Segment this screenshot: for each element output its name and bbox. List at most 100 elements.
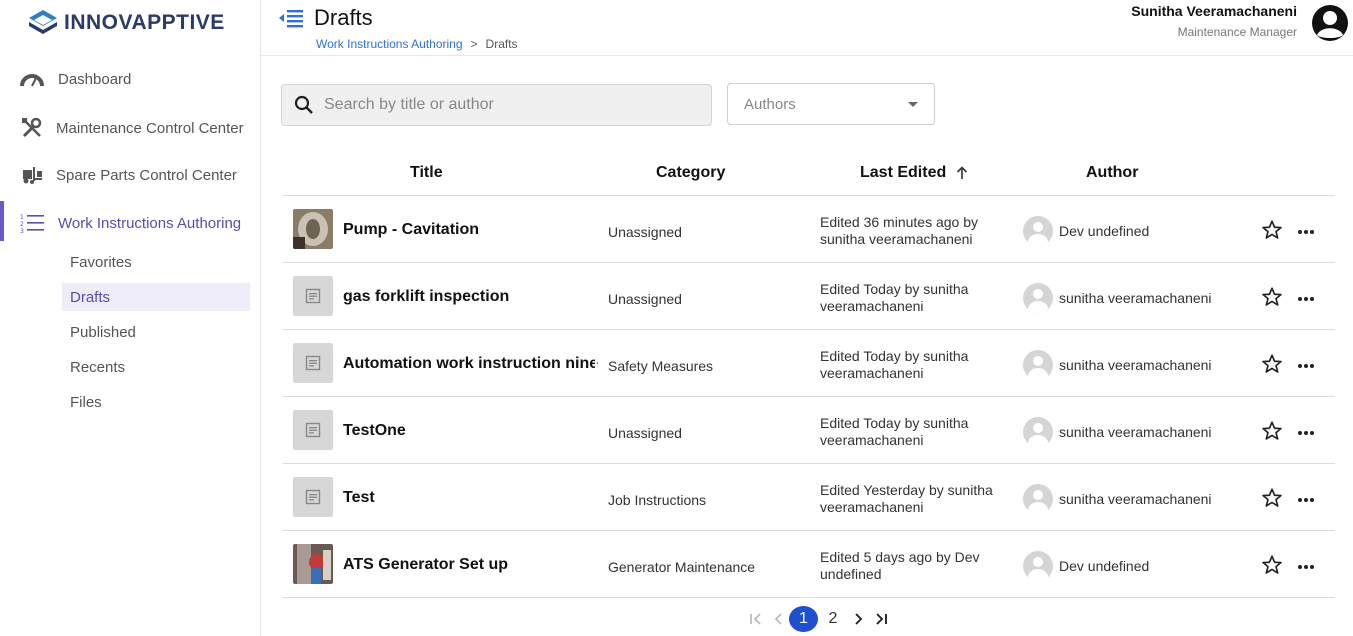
sidebar-item-work-instructions-authoring[interactable]: 123 Work Instructions Authoring	[0, 201, 260, 245]
page-number[interactable]: 2	[818, 606, 848, 632]
first-page-icon[interactable]	[745, 606, 767, 632]
row-last-edited: Edited Today by sunitha veeramachaneni	[820, 281, 969, 314]
table-row[interactable]: Test Job Instructions Edited Yesterday b…	[283, 464, 1335, 531]
row-title[interactable]: ATS Generator Set up	[343, 556, 508, 574]
table-row[interactable]: TestOne Unassigned Edited Today by sunit…	[283, 397, 1335, 464]
row-title[interactable]: Test	[343, 489, 375, 507]
row-title[interactable]: TestOne	[343, 422, 406, 440]
page-title: Drafts	[314, 5, 373, 30]
forklift-icon	[19, 162, 45, 188]
author-avatar-icon	[1023, 350, 1053, 380]
speedometer-icon	[19, 66, 45, 92]
author-avatar-icon	[1023, 551, 1053, 581]
star-icon[interactable]	[1261, 487, 1283, 509]
more-options-icon[interactable]	[1295, 288, 1317, 310]
sidebar-item-label: Work Instructions Authoring	[58, 214, 242, 232]
tools-icon	[19, 115, 45, 141]
more-options-icon[interactable]	[1295, 422, 1317, 444]
row-author: sunitha veeramachaneni	[1023, 417, 1212, 447]
svg-text:2: 2	[20, 221, 24, 228]
star-icon[interactable]	[1261, 219, 1283, 241]
table-row[interactable]: ATS Generator Set up Generator Maintenan…	[283, 531, 1335, 598]
table-header: Title Category Last Edited Author	[283, 150, 1335, 196]
next-page-icon[interactable]	[848, 606, 870, 632]
column-header-title[interactable]: Title	[410, 164, 443, 182]
search-icon	[294, 95, 313, 114]
document-icon	[293, 276, 333, 316]
sidebar-subitem-recents[interactable]: Recents	[62, 353, 250, 381]
row-last-edited: Edited Today by sunitha veeramachaneni	[820, 415, 969, 448]
document-icon	[293, 410, 333, 450]
sidebar-item-spare-parts-control-center[interactable]: Spare Parts Control Center	[0, 153, 260, 197]
row-title[interactable]: Automation work instruction nine	[343, 355, 598, 373]
row-last-edited: Edited 36 minutes ago by sunitha veerama…	[820, 214, 978, 247]
numbered-list-icon: 123	[19, 210, 45, 236]
pagination: 1 2	[745, 606, 892, 632]
sidebar-subitem-favorites[interactable]: Favorites	[62, 248, 250, 276]
row-author: Dev undefined	[1023, 216, 1149, 246]
user-name: Sunitha Veeramachaneni	[1131, 3, 1297, 19]
column-header-last-edited[interactable]: Last Edited	[860, 164, 968, 182]
collapse-menu-icon[interactable]	[279, 7, 303, 29]
row-last-edited: Edited Yesterday by sunitha veeramachane…	[820, 482, 993, 515]
star-icon[interactable]	[1261, 554, 1283, 576]
innovapptive-logo-icon	[29, 10, 57, 34]
row-author-name: Dev undefined	[1059, 558, 1150, 574]
search-input[interactable]	[324, 96, 684, 114]
row-author: sunitha veeramachaneni	[1023, 283, 1212, 313]
column-header-author[interactable]: Author	[1086, 164, 1138, 182]
brand-name: INNOVAPPTIVE	[64, 11, 225, 34]
column-header-category[interactable]: Category	[656, 164, 725, 182]
column-header-label: Last Edited	[860, 164, 947, 181]
authors-dropdown[interactable]: Authors	[727, 83, 935, 125]
user-role: Maintenance Manager	[1177, 25, 1297, 39]
sidebar-item-label: Dashboard	[58, 70, 132, 88]
page-number-current[interactable]: 1	[789, 606, 818, 632]
author-avatar-icon	[1023, 484, 1053, 514]
sidebar-item-maintenance-control-center[interactable]: Maintenance Control Center	[0, 106, 260, 150]
row-author-name: sunitha veeramachaneni	[1059, 357, 1212, 373]
author-avatar-icon	[1023, 283, 1053, 313]
more-options-icon[interactable]	[1295, 489, 1317, 511]
breadcrumb-parent-link[interactable]: Work Instructions Authoring	[316, 37, 463, 51]
sidebar-subitem-published[interactable]: Published	[62, 318, 250, 346]
search-box[interactable]	[281, 84, 712, 126]
sidebar-subitem-drafts[interactable]: Drafts	[62, 283, 250, 311]
brand-logo[interactable]: INNOVAPPTIVE	[28, 9, 225, 37]
more-options-icon[interactable]	[1295, 355, 1317, 377]
table-row[interactable]: Automation work instruction nine Safety …	[283, 330, 1335, 397]
star-icon[interactable]	[1261, 420, 1283, 442]
table-row[interactable]: gas forklift inspection Unassigned Edite…	[283, 263, 1335, 330]
document-icon	[293, 343, 333, 383]
table-row[interactable]: Pump - Cavitation Unassigned Edited 36 m…	[283, 196, 1335, 263]
user-avatar-icon[interactable]	[1311, 4, 1349, 42]
sort-ascending-icon	[957, 166, 968, 179]
row-category: Unassigned	[608, 291, 682, 307]
more-options-icon[interactable]	[1295, 221, 1317, 243]
last-page-icon[interactable]	[870, 606, 892, 632]
chevron-down-icon	[908, 101, 918, 107]
row-title[interactable]: gas forklift inspection	[343, 288, 509, 306]
row-author-name: Dev undefined	[1059, 223, 1150, 239]
svg-text:1: 1	[20, 214, 24, 221]
row-category: Safety Measures	[608, 358, 714, 374]
sidebar-item-label: Spare Parts Control Center	[56, 166, 237, 184]
row-thumbnail-image	[293, 209, 333, 249]
sidebar-item-dashboard[interactable]: Dashboard	[0, 57, 260, 101]
row-category: Unassigned	[608, 425, 682, 441]
row-title[interactable]: Pump - Cavitation	[343, 221, 479, 239]
sidebar-subitem-files[interactable]: Files	[62, 388, 250, 416]
star-icon[interactable]	[1261, 286, 1283, 308]
breadcrumb: Work Instructions Authoring > Drafts	[316, 37, 518, 51]
page-header: Drafts Work Instructions Authoring > Dra…	[261, 0, 1353, 56]
author-avatar-icon	[1023, 216, 1053, 246]
row-category: Unassigned	[608, 224, 682, 240]
previous-page-icon[interactable]	[767, 606, 789, 632]
row-thumbnail-image	[293, 544, 333, 584]
breadcrumb-separator: >	[470, 37, 478, 51]
star-icon[interactable]	[1261, 353, 1283, 375]
row-author: sunitha veeramachaneni	[1023, 350, 1212, 380]
breadcrumb-current: Drafts	[485, 37, 518, 51]
row-last-edited: Edited Today by sunitha veeramachaneni	[820, 348, 969, 381]
more-options-icon[interactable]	[1295, 556, 1317, 578]
